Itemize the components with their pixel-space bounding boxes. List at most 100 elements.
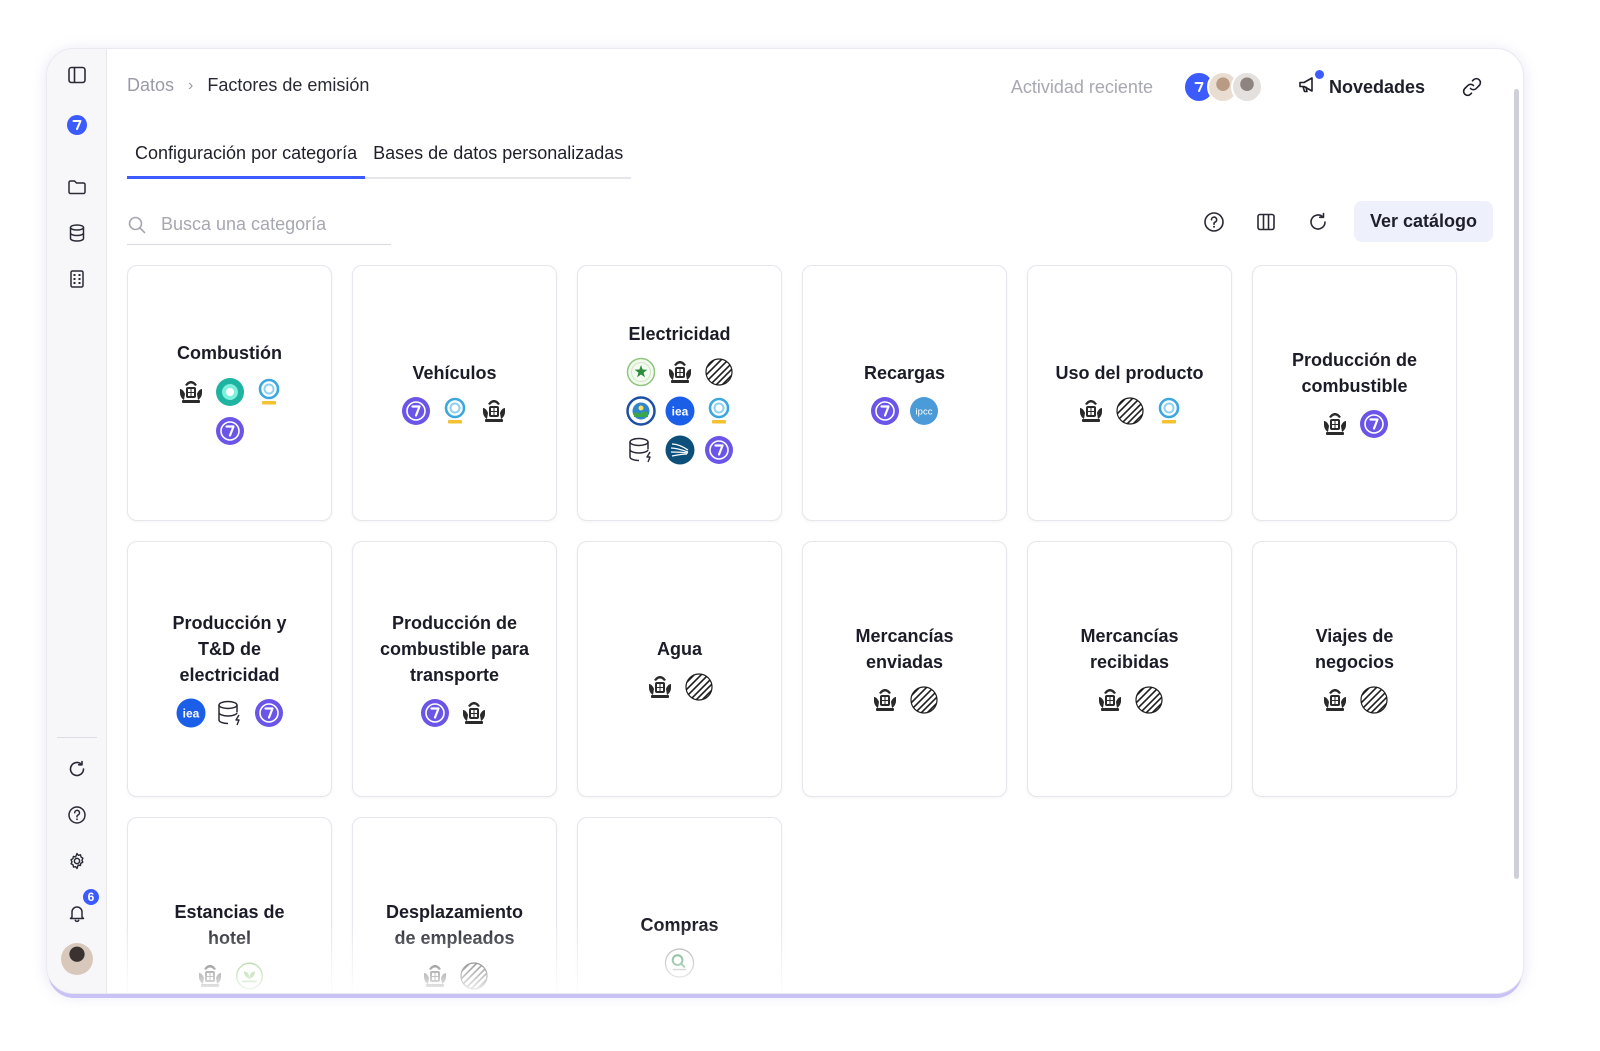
source-logos [1065, 685, 1195, 716]
uk-crest-logo-icon [870, 685, 901, 716]
dcycle-logo-icon [1359, 409, 1390, 440]
iea-text: iea [671, 405, 688, 419]
category-card[interactable]: Recargas ipcc [802, 265, 1007, 521]
refresh-icon[interactable] [65, 757, 89, 781]
notification-count-badge: 6 [81, 887, 101, 907]
category-title: Desplazamiento de empleados [385, 901, 524, 948]
category-card[interactable]: Agua [577, 541, 782, 797]
uk-crest-logo-icon [478, 396, 509, 427]
category-card[interactable]: Producción y T&D de electricidad iea [127, 541, 332, 797]
header-actions: Actividad reciente Novedades [1011, 69, 1483, 105]
dcycle-logo-icon [214, 415, 245, 446]
striped-globe-logo-icon [684, 672, 715, 703]
category-card[interactable]: Producción de combustible para transport… [352, 541, 557, 797]
dcycle-logo-icon [703, 435, 734, 466]
breadcrumb: Datos › Factores de emisión [127, 75, 369, 96]
search-input[interactable] [161, 214, 371, 235]
database-logo-icon [625, 435, 656, 466]
category-title: Agua [657, 638, 702, 659]
breadcrumb-chevron-icon: › [188, 76, 194, 94]
recent-activity-link[interactable]: Actividad reciente [1011, 77, 1153, 98]
source-logos [1065, 396, 1195, 427]
source-logos [165, 376, 295, 446]
striped-globe-logo-icon [703, 357, 734, 388]
teal-ring-logo-icon [214, 376, 245, 407]
columns-icon[interactable] [1254, 210, 1278, 234]
iea-logo-icon: iea [664, 396, 695, 427]
uk-crest-logo-icon [459, 698, 490, 729]
source-logos [615, 948, 745, 979]
uk-crest-logo-icon [420, 961, 451, 992]
category-card[interactable]: Estancias de hotel [127, 817, 332, 993]
source-logos: iea [165, 698, 295, 729]
settings-gear-icon[interactable] [65, 849, 89, 873]
dcycle-logo-icon [253, 698, 284, 729]
striped-globe-logo-icon [1114, 396, 1145, 427]
category-title: Vehículos [412, 362, 497, 383]
category-title: Compras [640, 914, 719, 935]
scrollbar[interactable] [1514, 89, 1519, 879]
link-icon[interactable] [1461, 76, 1483, 98]
category-card[interactable]: Uso del producto [1027, 265, 1232, 521]
striped-globe-logo-icon [459, 961, 490, 992]
sidebar-toggle-icon[interactable] [65, 63, 89, 87]
tab-bar: Configuración por categoría Bases de dat… [127, 139, 632, 179]
collaborator-avatars[interactable] [1182, 71, 1263, 103]
iea-logo-icon: iea [175, 698, 206, 729]
dcycle-logo-icon[interactable] [65, 113, 89, 137]
user-avatar-3 [1230, 71, 1263, 103]
striped-globe-logo-icon [1134, 685, 1165, 716]
uk-crest-logo-icon [195, 961, 226, 992]
striped-globe-logo-icon [1359, 685, 1390, 716]
reload-icon[interactable] [1306, 210, 1330, 234]
tab-category-config[interactable]: Configuración por categoría [127, 139, 366, 179]
category-title: Mercancías recibidas [1080, 625, 1179, 672]
category-title: Producción de combustible para transport… [379, 612, 530, 685]
news-unread-dot [1314, 69, 1324, 79]
climatiq-logo-icon [253, 376, 284, 407]
category-card[interactable]: Mercancías recibidas [1027, 541, 1232, 797]
greenview-logo-icon [234, 961, 265, 992]
uk-crest-logo-icon [1320, 409, 1351, 440]
iea-text: iea [182, 707, 199, 721]
source-logos: ipcc [840, 396, 970, 427]
category-card[interactable]: Producción de combustible [1252, 265, 1457, 521]
folder-icon[interactable] [65, 175, 89, 199]
dcycle-logo-icon [400, 396, 431, 427]
database-icon[interactable] [65, 221, 89, 245]
building-icon[interactable] [65, 267, 89, 291]
uk-crest-logo-icon [1320, 685, 1351, 716]
category-card[interactable]: Vehículos [352, 265, 557, 521]
source-logos [840, 685, 970, 716]
ipcc-logo-icon: ipcc [909, 396, 940, 427]
source-logos [390, 961, 520, 992]
category-card[interactable]: Electricidad iea [577, 265, 782, 521]
sidebar-divider [57, 737, 97, 738]
help-circle-icon[interactable] [1202, 210, 1226, 234]
fan-logo-logo-icon [664, 435, 695, 466]
breadcrumb-current: Factores de emisión [207, 75, 370, 95]
view-catalog-button[interactable]: Ver catálogo [1353, 201, 1493, 242]
source-logos [390, 396, 520, 427]
category-card[interactable]: Viajes de negocios [1252, 541, 1457, 797]
help-icon[interactable] [65, 803, 89, 827]
epa-seal-logo-icon [625, 396, 656, 427]
source-logos [1290, 685, 1420, 716]
breadcrumb-parent[interactable]: Datos [127, 75, 174, 96]
category-card[interactable]: Combustión [127, 265, 332, 521]
category-title: Producción de combustible [1291, 349, 1417, 396]
source-logos [165, 961, 295, 992]
category-card[interactable]: Desplazamiento de empleados [352, 817, 557, 993]
user-avatar[interactable] [61, 943, 93, 975]
uk-crest-logo-icon [1075, 396, 1106, 427]
news-button[interactable]: Novedades [1297, 69, 1425, 101]
category-card[interactable]: Compras [577, 817, 782, 993]
toolbar: Ver catálogo [1202, 201, 1493, 242]
search-bar [127, 205, 391, 245]
green-seal-logo-icon [625, 357, 656, 388]
striped-globe-logo-icon [909, 685, 940, 716]
tab-custom-databases[interactable]: Bases de datos personalizadas [365, 139, 631, 177]
climatiq-logo-icon [1153, 396, 1184, 427]
category-card[interactable]: Mercancías enviadas [802, 541, 1007, 797]
category-title: Combustión [177, 343, 282, 363]
